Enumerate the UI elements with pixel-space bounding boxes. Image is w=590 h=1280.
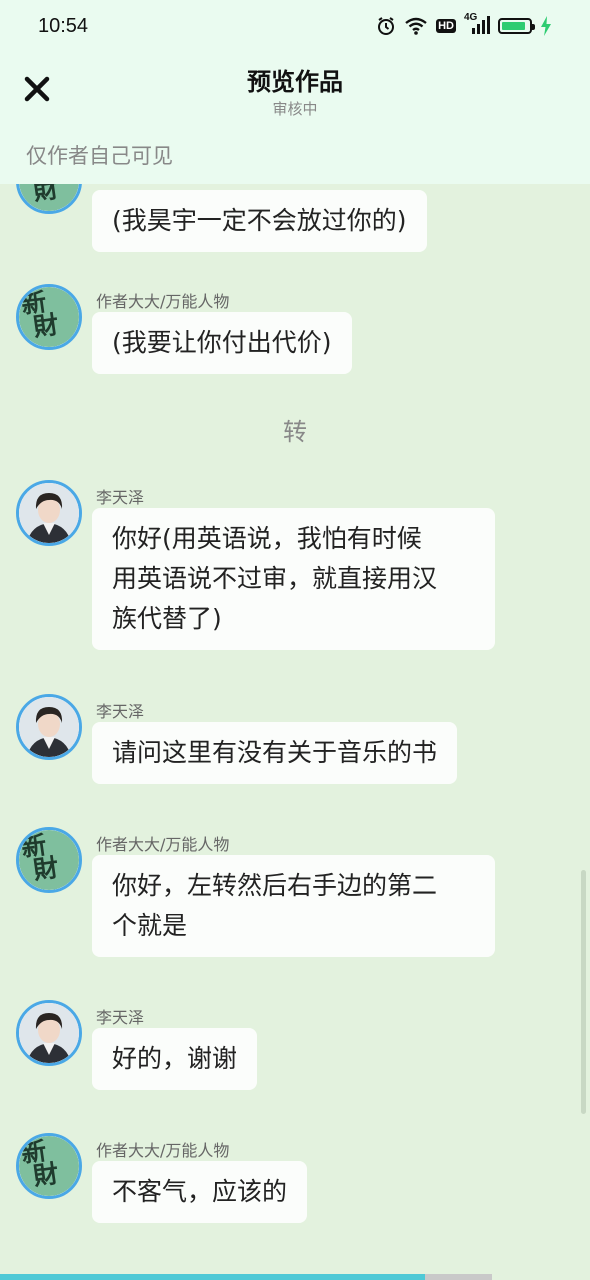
chat-list[interactable]: 新 財 (我昊宇一定不会放过你的) 新 財 作者大大/万能人物 (我要让你付出代… (0, 184, 590, 1274)
sender-name: 作者大大/万能人物 (96, 292, 230, 311)
person-portrait-icon (19, 483, 79, 543)
reading-progress-fill (0, 1274, 425, 1280)
alarm-icon (376, 16, 396, 36)
character-avatar[interactable] (16, 480, 82, 546)
hd-badge: HD (436, 19, 456, 33)
network-label: 4G (464, 12, 478, 23)
message-bubble[interactable]: 你好(用英语说，我怕有时候 用英语说不过审，就直接用汉 族代替了) (92, 508, 495, 650)
message-line: 你好，左转然后右手边的第二 (112, 871, 438, 900)
message-line: 用英语说不过审，就直接用汉 (112, 564, 438, 593)
sender-name: 李天泽 (96, 702, 145, 721)
sender-name: 作者大大/万能人物 (96, 1141, 230, 1160)
message-bubble[interactable]: (我要让你付出代价) (92, 312, 352, 374)
header: 预览作品 审核中 仅作者自己可见 (0, 52, 590, 184)
message-bubble[interactable]: 好的，谢谢 (92, 1028, 258, 1090)
narrator-avatar[interactable]: 新 財 (16, 827, 82, 893)
message-bubble[interactable]: 你好，左转然后右手边的第二 个就是 (92, 855, 495, 957)
avatar-glyph: 新 財 (19, 287, 61, 342)
scrollbar[interactable] (581, 870, 586, 1114)
message-line: 个就是 (112, 911, 188, 940)
message-bubble[interactable]: 请问这里有没有关于音乐的书 (92, 722, 458, 784)
scene-transition-text: 转 (283, 418, 307, 446)
avatar-glyph: 新 財 (19, 1136, 61, 1191)
wifi-icon (404, 16, 428, 36)
page-title: 预览作品 (247, 68, 343, 96)
avatar-glyph: 新 財 (31, 184, 61, 206)
4g-signal-icon: 4G (464, 12, 490, 36)
person-portrait-icon (19, 697, 79, 757)
reading-progress-rest (425, 1274, 492, 1280)
review-status: 审核中 (272, 100, 318, 118)
narrator-avatar[interactable]: 新 財 (16, 1133, 82, 1199)
sender-name: 作者大大/万能人物 (96, 835, 230, 854)
status-icons: HD 4G (376, 12, 552, 36)
battery-outline (498, 18, 535, 34)
status-time: 10:54 (38, 14, 89, 37)
character-avatar[interactable] (16, 694, 82, 760)
character-avatar[interactable] (16, 1000, 82, 1066)
visibility-note: 仅作者自己可见 (26, 144, 173, 168)
message-bubble[interactable]: 不客气，应该的 (92, 1161, 308, 1223)
battery-icon (498, 18, 535, 34)
avatar-glyph: 新 財 (19, 830, 61, 885)
message-line: 族代替了) (112, 604, 222, 633)
narrator-avatar[interactable]: 新 財 (16, 284, 82, 350)
person-portrait-icon (19, 1003, 79, 1063)
charging-icon (540, 16, 552, 36)
reading-progress-bar (0, 1274, 590, 1280)
message-bubble[interactable]: (我昊宇一定不会放过你的) (92, 190, 427, 252)
narrator-avatar[interactable]: 新 財 (16, 184, 82, 214)
sender-name: 李天泽 (96, 488, 145, 507)
status-bar: 10:54 HD 4G (0, 0, 590, 52)
battery-fill (502, 22, 526, 30)
message-line: 你好(用英语说，我怕有时候 (112, 524, 422, 553)
sender-name: 李天泽 (96, 1008, 145, 1027)
